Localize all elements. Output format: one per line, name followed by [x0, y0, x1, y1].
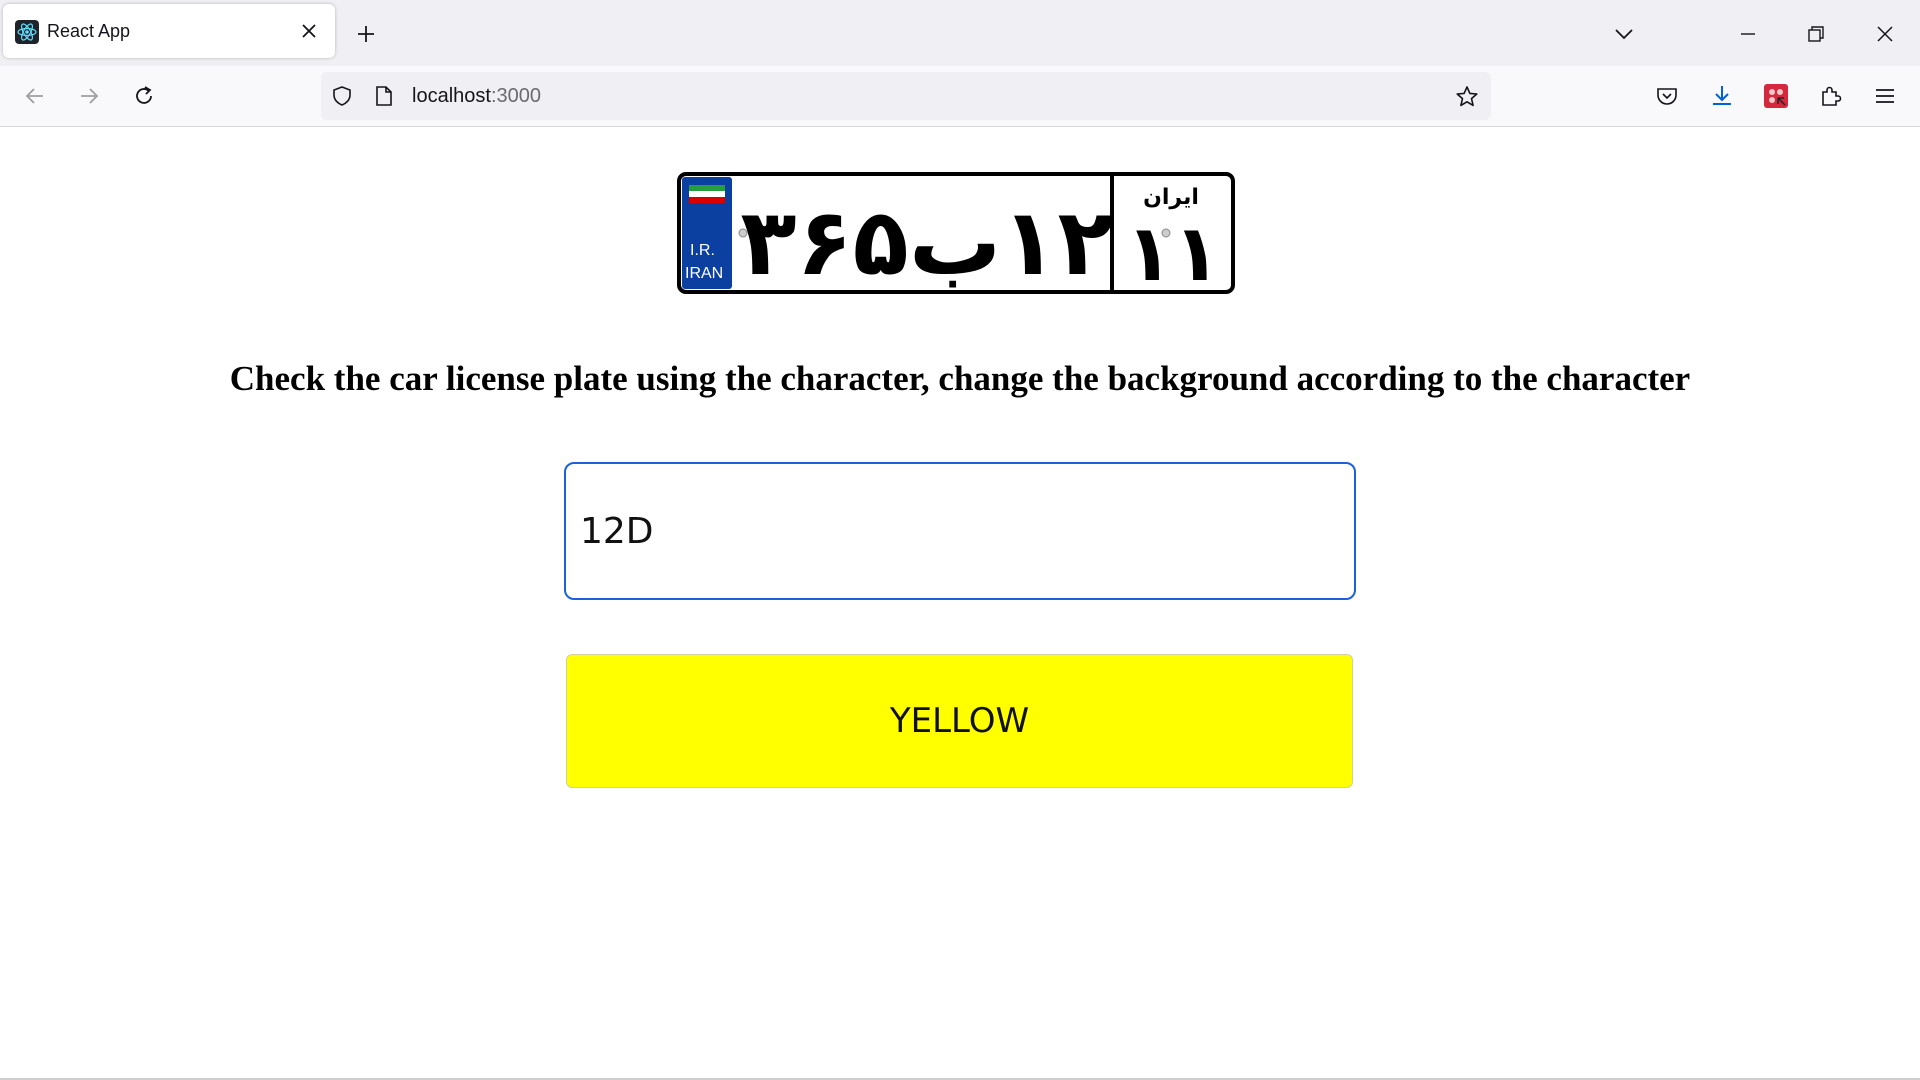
- back-icon[interactable]: [22, 83, 48, 109]
- plate-number: ۱۲ب۳۶۵: [740, 189, 1113, 294]
- plate-character-input[interactable]: [564, 462, 1356, 600]
- plate-country-name: IRAN: [685, 265, 723, 282]
- puzzle-icon[interactable]: [1818, 83, 1844, 109]
- menu-icon[interactable]: [1872, 83, 1898, 109]
- close-window-icon[interactable]: [1873, 22, 1897, 46]
- shield-icon[interactable]: [330, 84, 354, 108]
- plate-region-number: ۱۱: [1125, 209, 1220, 294]
- color-result-label: YELLOW: [889, 701, 1030, 741]
- tab-title: React App: [47, 21, 131, 41]
- plate-country-code: I.R.: [690, 242, 715, 259]
- url-host: localhost: [412, 85, 491, 107]
- license-plate-image: I.R. IRAN ۱۲ب۳۶۵ ایران ۱۱: [677, 172, 1235, 294]
- react-icon: [15, 20, 39, 44]
- forward-icon[interactable]: [76, 83, 102, 109]
- tab-bar: React App: [0, 0, 1920, 66]
- reload-icon[interactable]: [131, 83, 157, 109]
- color-result-box: YELLOW: [566, 654, 1353, 788]
- download-icon[interactable]: [1709, 83, 1735, 109]
- browser-tab[interactable]: React App: [3, 4, 335, 58]
- navigation-toolbar: localhost:3000: [0, 66, 1920, 127]
- minimize-icon[interactable]: [1736, 22, 1760, 46]
- url-bar[interactable]: localhost:3000: [321, 72, 1491, 120]
- page-heading: Check the car license plate using the ch…: [229, 359, 1691, 398]
- star-icon[interactable]: [1454, 84, 1480, 110]
- pocket-icon[interactable]: [1654, 83, 1680, 109]
- url-port: :3000: [490, 85, 541, 107]
- url-text[interactable]: localhost:3000: [412, 72, 541, 120]
- page-content: I.R. IRAN ۱۲ب۳۶۵ ایران ۱۱ Check the car …: [0, 127, 1920, 1080]
- close-tab-icon[interactable]: [299, 21, 319, 41]
- restore-icon[interactable]: [1804, 22, 1828, 46]
- extension-icon[interactable]: [1763, 83, 1789, 109]
- plate-region-label: ایران: [1143, 185, 1199, 210]
- chevron-down-icon[interactable]: [1612, 22, 1636, 46]
- new-tab-icon[interactable]: [354, 22, 378, 46]
- page-icon[interactable]: [373, 84, 395, 108]
